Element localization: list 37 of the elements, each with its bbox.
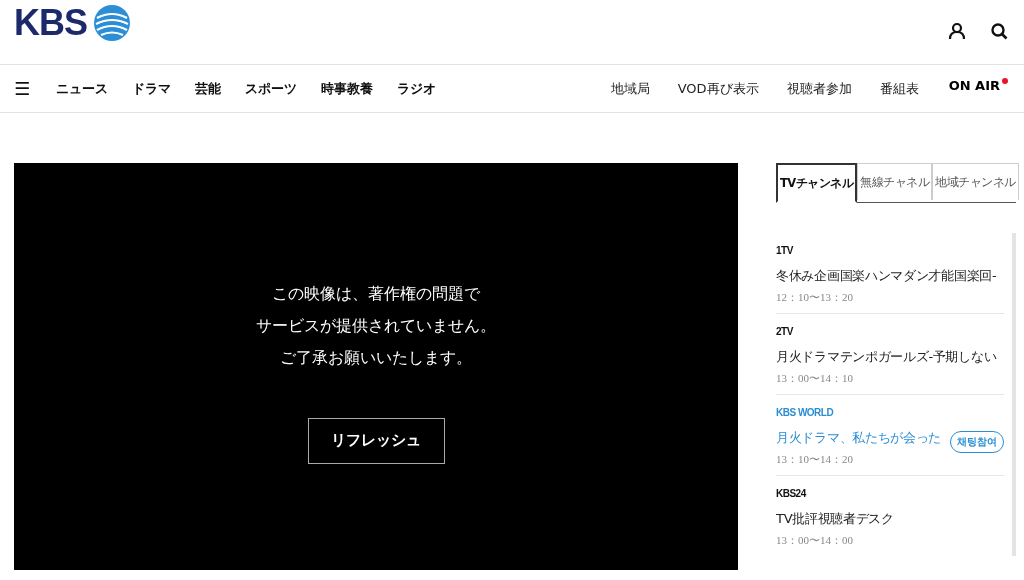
- program-time: 13：00〜14：10: [776, 371, 854, 386]
- nav-link[interactable]: 芸能: [195, 79, 222, 98]
- refresh-button[interactable]: リフレッシュ: [307, 417, 445, 464]
- nav-link[interactable]: 番組表: [879, 79, 919, 98]
- channel-tab[interactable]: 無線チャネル: [857, 163, 933, 200]
- program-time: 12：10〜13：20: [776, 290, 854, 305]
- nav-link[interactable]: 時事教養: [321, 79, 374, 98]
- menu-icon[interactable]: ☰: [14, 78, 31, 99]
- notice-text: ご了承お願いいたします。: [280, 347, 472, 369]
- live-dot-icon: [1002, 78, 1008, 84]
- program-time: 13：10〜14：20: [776, 452, 854, 467]
- notice-text: この映像は、著作権の問題で: [272, 283, 480, 305]
- globe-icon: [93, 4, 131, 42]
- nav-link[interactable]: ラジオ: [397, 79, 437, 98]
- program-time: 13：00〜14：00: [776, 533, 854, 548]
- channel-name: KBS WORLD: [776, 407, 835, 418]
- chat-button[interactable]: 채팅참여: [950, 431, 1004, 453]
- logo-text[interactable]: KBS: [14, 2, 87, 44]
- nav-link[interactable]: VOD再び表示: [677, 79, 759, 98]
- channel-tab[interactable]: 地域チャンネル: [932, 163, 1019, 200]
- user-icon[interactable]: [948, 22, 966, 40]
- program-title[interactable]: 月火ドラマ、私たちが会った: [776, 429, 942, 447]
- channel-name: 1TV: [776, 245, 795, 256]
- channel-tab[interactable]: TVチャンネル: [776, 163, 858, 203]
- nav-link[interactable]: 視聴者参加: [786, 79, 852, 98]
- nav-link[interactable]: ニュース: [56, 79, 109, 98]
- channel-name: KBS24: [776, 488, 808, 499]
- nav-link[interactable]: 地域局: [610, 79, 650, 98]
- nav-link[interactable]: スポーツ: [245, 79, 298, 98]
- program-title[interactable]: 冬休み企画国楽ハンマダン才能国楽回-: [776, 267, 997, 285]
- channel-name: 2TV: [776, 326, 795, 337]
- nav-link[interactable]: ドラマ: [132, 79, 172, 98]
- program-title[interactable]: TV批評視聴者デスク: [776, 510, 894, 528]
- program-title[interactable]: 月火ドラマテンポガールズ-予期しない: [776, 348, 997, 366]
- on-air-link[interactable]: ON AIR: [948, 78, 1000, 93]
- notice-text: サービスが提供されていません。: [256, 315, 496, 337]
- search-icon[interactable]: [990, 22, 1008, 40]
